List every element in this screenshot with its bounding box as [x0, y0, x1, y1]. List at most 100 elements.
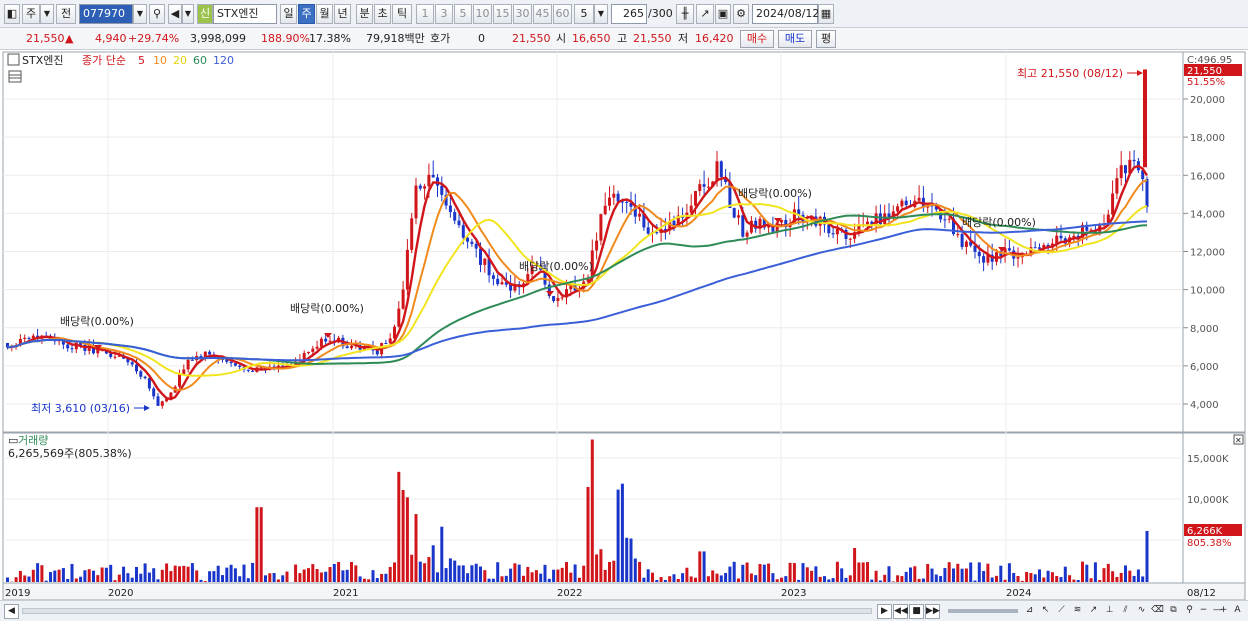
chart-svg[interactable]: 20,000 18,000 16,000 14,000 12,000 10,000 8,00…	[0, 50, 1248, 601]
line-tool-icon[interactable]: ↗	[1086, 604, 1101, 619]
chevron-down-icon[interactable]: ▼	[40, 4, 54, 24]
tab-year[interactable]: 년	[334, 4, 351, 24]
date-input[interactable]: 2024/08/12	[752, 4, 819, 24]
volume-bar	[431, 545, 435, 582]
candle-body	[423, 186, 427, 189]
channel-icon[interactable]: ⫽	[1118, 604, 1133, 619]
volume-bar	[354, 565, 358, 582]
tab-second[interactable]: 초	[374, 4, 391, 24]
n-dropdown-icon[interactable]: ▼	[594, 4, 608, 24]
volume-bar	[1016, 575, 1020, 582]
volume-bar	[689, 576, 693, 582]
tab-week[interactable]: 주	[298, 4, 315, 24]
gear-icon[interactable]: ⚙	[733, 4, 749, 24]
legend-box-icon[interactable]	[7, 53, 20, 66]
tab-month[interactable]: 월	[316, 4, 333, 24]
code-dropdown-icon[interactable]: ▼	[133, 4, 147, 24]
calendar-icon[interactable]: ▦	[818, 4, 834, 24]
chart-area[interactable]: 20,000 18,000 16,000 14,000 12,000 10,000 8,00…	[0, 50, 1248, 601]
legend-name[interactable]: STX엔진	[22, 54, 63, 67]
draw-tool-icon[interactable]: ↗	[696, 4, 714, 24]
speaker-icon[interactable]: ◀	[168, 4, 182, 24]
cursor-icon[interactable]: ↖	[1038, 604, 1053, 619]
trend-icon[interactable]: ⟋	[1054, 604, 1069, 619]
zoom-slider[interactable]	[948, 609, 1018, 613]
low-annotation: 최저 3,610 (03/16)	[31, 402, 130, 415]
y-tick-label: 14,000	[1190, 209, 1225, 220]
candle-body	[638, 213, 642, 217]
legend-ma120[interactable]: 120	[213, 54, 234, 67]
high-price: 21,550	[633, 32, 672, 45]
buy-button[interactable]: 매수	[740, 30, 774, 48]
tab-day[interactable]: 일	[280, 4, 297, 24]
wave-icon[interactable]: ∿	[1134, 604, 1149, 619]
code-input[interactable]: 077970	[79, 4, 133, 24]
n-select[interactable]: 5	[574, 4, 594, 24]
interval-45[interactable]: 45	[533, 4, 552, 24]
horizontal-line-icon[interactable]: ⊥	[1102, 604, 1117, 619]
interval-5[interactable]: 5	[454, 4, 472, 24]
font-size-icon[interactable]: A	[1230, 604, 1245, 619]
play-icon[interactable]: ▶	[877, 604, 892, 619]
fib-icon[interactable]: ≋	[1070, 604, 1085, 619]
candle-body	[135, 364, 138, 372]
prev-button[interactable]: 전	[56, 4, 76, 24]
stock-name-field[interactable]: STX엔진	[213, 4, 277, 24]
interval-30[interactable]: 30	[513, 4, 532, 24]
legend-ma60[interactable]: 60	[193, 54, 207, 67]
count-input[interactable]: 265	[611, 4, 647, 24]
low-label: 저	[678, 32, 689, 45]
volume-bar	[1038, 569, 1041, 582]
volume-bar	[642, 577, 646, 582]
table-icon[interactable]	[8, 70, 22, 83]
x-year-label: 2023	[781, 588, 806, 599]
period-select[interactable]: 주	[22, 4, 40, 24]
volume-bar	[104, 567, 108, 582]
interval-15[interactable]: 15	[493, 4, 512, 24]
interval-60[interactable]: 60	[553, 4, 572, 24]
legend-ma10[interactable]: 10	[153, 54, 167, 67]
search-icon[interactable]: ⚲	[149, 4, 165, 24]
zoom-out-icon[interactable]: −	[1196, 604, 1211, 619]
new-badge[interactable]: 신	[197, 4, 213, 24]
legend-ma5[interactable]: 5	[138, 54, 145, 67]
volume-title[interactable]: 거래량	[18, 434, 48, 447]
volume-bar	[749, 573, 753, 582]
candle-type-icon[interactable]: ╫	[676, 4, 694, 24]
rewind-icon[interactable]: ◀◀	[893, 604, 908, 619]
candle-body	[698, 184, 702, 192]
volume-bar	[939, 576, 943, 582]
legend-ma20[interactable]: 20	[173, 54, 187, 67]
eraser-icon[interactable]: ⌫	[1150, 604, 1165, 619]
candle-body	[1111, 193, 1115, 215]
volume-bar	[1085, 564, 1089, 582]
speaker-dropdown-icon[interactable]: ▼	[182, 4, 194, 24]
volume-bar	[681, 573, 685, 582]
stop-icon[interactable]: ■	[909, 604, 924, 619]
tab-minute[interactable]: 분	[356, 4, 373, 24]
volume-bar	[685, 567, 689, 582]
candle-body	[345, 346, 349, 349]
interval-10[interactable]: 10	[473, 4, 492, 24]
volume-bar	[534, 570, 538, 582]
candle-body	[612, 193, 616, 198]
copy-icon[interactable]: ⧉	[1166, 604, 1181, 619]
zoom-icon[interactable]: ⚲	[1182, 604, 1197, 619]
volume-bar	[61, 568, 65, 582]
zoom-in-icon[interactable]: +	[1216, 604, 1231, 619]
interval-1[interactable]: 1	[416, 4, 434, 24]
measure-icon[interactable]: ⊿	[1022, 604, 1037, 619]
fast-forward-icon[interactable]: ▶▶	[925, 604, 940, 619]
save-icon[interactable]: ▣	[715, 4, 731, 24]
sell-button[interactable]: 매도	[778, 30, 812, 48]
tab-tick[interactable]: 틱	[392, 4, 412, 24]
volume-bar	[904, 571, 908, 582]
scroll-left-icon[interactable]: ◀	[4, 604, 19, 619]
window-icon[interactable]: ◧	[4, 4, 20, 24]
candle-body	[27, 337, 31, 339]
scrollbar[interactable]	[22, 608, 872, 614]
volume-bar	[169, 571, 173, 582]
interval-3[interactable]: 3	[435, 4, 453, 24]
volume-bar	[83, 570, 87, 582]
eval-button[interactable]: 평	[816, 30, 836, 48]
